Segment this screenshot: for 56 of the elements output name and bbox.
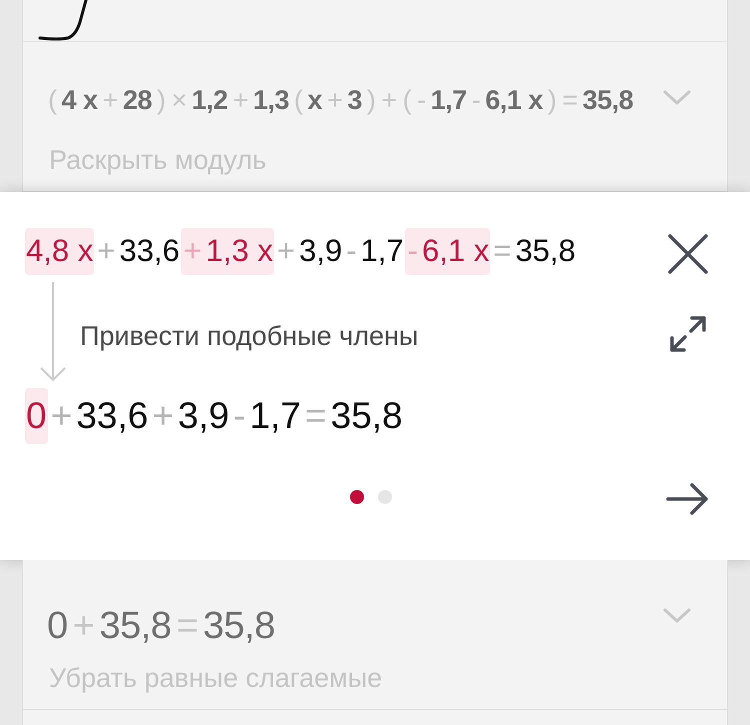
math-operator: ( [293, 84, 304, 117]
math-operator: - [470, 84, 482, 117]
math-operator: = [492, 232, 512, 270]
math-term: 35,8 [202, 604, 276, 649]
math-operator: + [276, 232, 296, 270]
math-operator: ( [402, 84, 412, 117]
down-arrow-icon [38, 282, 68, 382]
math-operator: ) [156, 84, 166, 117]
math-term: 33,6 [118, 232, 181, 270]
highlighted-term: 4,8 x [25, 228, 94, 274]
math-operator: - [345, 232, 358, 270]
math-operator: + [102, 84, 119, 117]
math-operator: × [170, 84, 188, 117]
pen-stroke [38, 0, 88, 42]
highlighted-term: -6,1 x [404, 228, 490, 274]
math-operator: + [232, 84, 249, 117]
close-icon [668, 234, 708, 274]
math-operator: - [232, 394, 247, 438]
math-term: 3,9 [298, 232, 344, 270]
arrow-right-icon [666, 481, 710, 517]
math-operator: - [416, 84, 427, 117]
math-term: 28 [122, 84, 153, 117]
expand-icon [668, 314, 708, 354]
math-operator: = [304, 394, 328, 438]
math-term: 35,8 [330, 394, 404, 438]
math-operator: ) [546, 84, 558, 117]
highlighted-term: 0 [25, 388, 48, 444]
math-term: 6,1 x [484, 84, 544, 117]
math-term: 1,7 [360, 232, 405, 270]
math-term: 1,2 [190, 84, 229, 117]
math-term: 35,8 [582, 84, 634, 117]
math-operator: = [561, 84, 579, 117]
math-operator: + [326, 84, 344, 117]
math-term: 3 [346, 84, 363, 117]
math-operator: + [72, 604, 96, 649]
math-term: 1,7 [430, 84, 468, 117]
chevron-down-icon [663, 90, 691, 106]
math-term: 1,7 [248, 394, 302, 438]
math-term: 33,6 [75, 394, 150, 438]
math-term: 0 [46, 604, 69, 649]
math-operator: ) [366, 84, 376, 117]
math-term: 4 x [60, 84, 99, 117]
math-operator: + [380, 84, 398, 117]
math-operator: + [96, 232, 116, 270]
chevron-down-icon [663, 608, 691, 624]
math-term: 1,3 [252, 84, 290, 117]
math-operator: = [175, 604, 200, 649]
math-operator: + [50, 394, 74, 438]
math-operator: ( [47, 84, 58, 117]
math-operator: + [151, 394, 175, 438]
step-description: Привести подобные члены [80, 320, 418, 353]
math-term: 35,8 [98, 604, 172, 649]
math-term: x [306, 84, 324, 117]
math-term: 3,9 [176, 394, 230, 438]
math-term: 35,8 [514, 232, 577, 270]
highlighted-term: +1,3 x [180, 228, 274, 274]
